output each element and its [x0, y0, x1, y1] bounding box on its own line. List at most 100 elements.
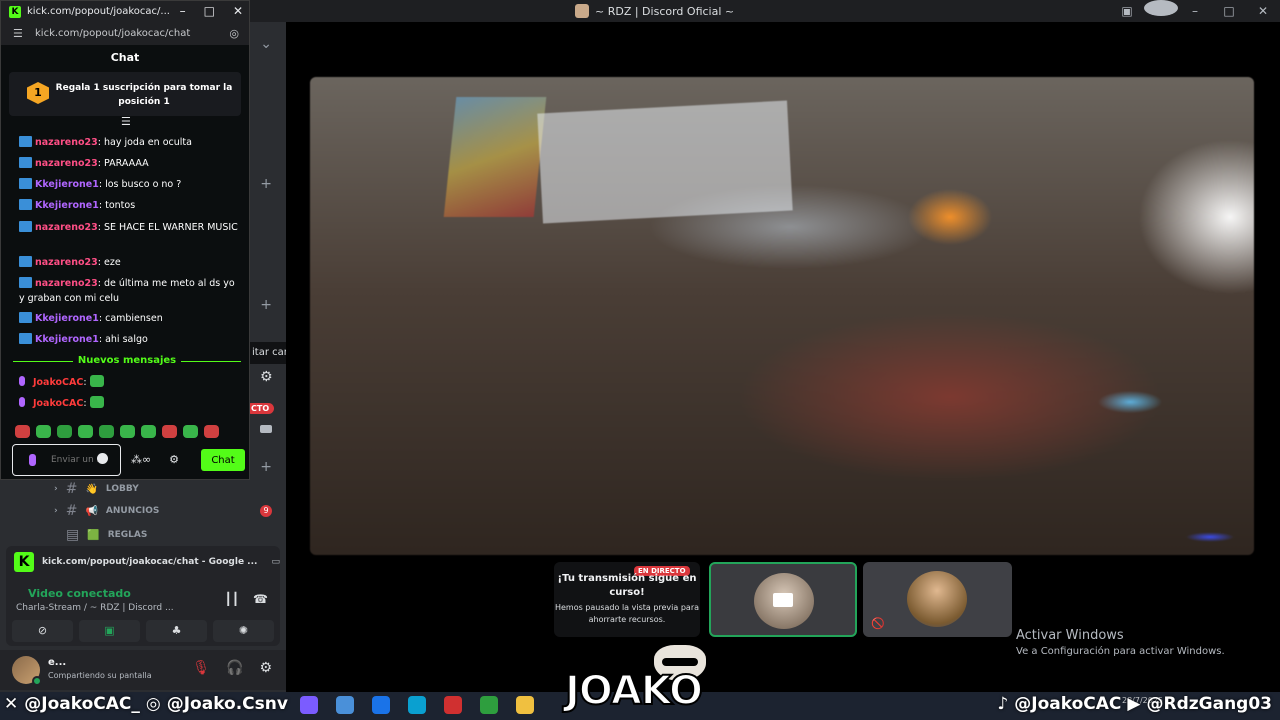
tiktok-icon: ♪ — [997, 694, 1009, 714]
kick-urlbar: ☰ kick.com/popout/joakocac/chat ◎ — [1, 23, 249, 45]
screen-icon[interactable]: ▭ — [271, 557, 280, 567]
emote-icon[interactable] — [162, 425, 177, 438]
minimize-button[interactable]: – — [1178, 0, 1212, 22]
x-logo-icon: ✕ — [4, 694, 19, 714]
emote-icon[interactable] — [99, 425, 114, 438]
outlook-icon[interactable] — [372, 696, 390, 714]
main-video-stream[interactable] — [310, 77, 1254, 555]
kick-logo-icon: K — [9, 6, 21, 18]
add-channel-icon[interactable]: + — [260, 459, 272, 475]
close-button[interactable]: ✕ — [233, 4, 243, 18]
chat-message: Kkejierone1: tontos — [19, 198, 241, 213]
screen-share-button[interactable]: ▣ — [79, 620, 140, 642]
mic-badge-icon — [19, 397, 25, 407]
voice-controls: ┃┃ ☎ — [225, 592, 268, 606]
sub-badge-icon — [19, 277, 32, 288]
chat-input[interactable] — [51, 447, 99, 473]
signal-icon[interactable]: ┃┃ — [225, 592, 239, 606]
emote-icon — [89, 396, 104, 408]
eye-off-icon[interactable]: ◎ — [229, 27, 239, 40]
kick-window-controls: – □ ✕ — [180, 4, 243, 18]
chat-message: Kkejierone1: ahi salgo — [19, 332, 241, 347]
chevron-down-icon[interactable]: ⌄ — [260, 36, 272, 52]
copilot-icon[interactable] — [300, 696, 318, 714]
disconnect-icon[interactable]: ☎ — [253, 592, 268, 606]
chevron-right-icon: › — [54, 484, 58, 494]
send-chat-button[interactable]: Chat — [201, 449, 245, 471]
emote-icon[interactable] — [15, 425, 30, 438]
chat-message: JoakoCAC: — [19, 375, 241, 390]
stream-paused-title: ¡Tu transmisión sigue en curso! — [557, 573, 697, 598]
folder-icon[interactable] — [516, 696, 534, 714]
edge-icon[interactable] — [408, 696, 426, 714]
settings-icon[interactable]: ⚙ — [259, 660, 272, 676]
mic-muted-icon: 🚫 — [871, 617, 885, 630]
gift-sub-promo[interactable]: 1 Regala 1 suscripción para tomar la pos… — [9, 72, 241, 116]
kick-logo-icon: K — [14, 552, 34, 572]
gear-icon[interactable]: ⚙ — [260, 369, 273, 385]
emote-icon[interactable] — [36, 425, 51, 438]
wps-icon[interactable] — [444, 696, 462, 714]
expand-icon[interactable]: ☰ — [121, 115, 131, 128]
chat-message: JoakoCAC: — [19, 396, 241, 411]
chat-input-box[interactable] — [12, 444, 121, 476]
minimize-button[interactable]: – — [180, 4, 186, 18]
hash-icon: # — [65, 503, 78, 519]
emote-icon[interactable] — [120, 425, 135, 438]
inbox-icon[interactable]: ▣ — [1110, 0, 1144, 22]
sub-badge-icon — [19, 256, 32, 267]
stream-tab[interactable]: K kick.com/popout/joakocac/chat - Google… — [14, 552, 280, 572]
hash-icon: # — [65, 481, 78, 497]
channel-anuncios[interactable]: › # 📢 ANUNCIOS — [54, 503, 159, 519]
headphones-icon[interactable]: 🎧 — [226, 660, 243, 676]
kicks-icon[interactable]: ⁂∞ — [131, 453, 151, 466]
store-icon[interactable] — [336, 696, 354, 714]
add-channel-icon[interactable]: + — [260, 297, 272, 313]
channel-reglas[interactable]: ▤ 🟩 REGLAS — [66, 527, 147, 543]
stream-paused-tile[interactable]: EN DIRECTO ¡Tu transmisión sigue en curs… — [554, 562, 700, 637]
camera-icon[interactable] — [260, 425, 272, 433]
xbox-icon[interactable] — [480, 696, 498, 714]
participant-tile-user[interactable]: 🚫 — [863, 562, 1012, 637]
participant-avatar — [907, 571, 967, 627]
camera-icon — [773, 593, 793, 607]
sub-badge-icon — [19, 178, 32, 189]
mic-muted-icon[interactable]: 🎙 — [192, 660, 210, 676]
chat-message: nazareno23: eze — [19, 255, 241, 270]
help-button[interactable]: ? — [1144, 0, 1178, 22]
sub-badge-icon — [19, 221, 32, 232]
close-button[interactable]: ✕ — [1246, 0, 1280, 22]
live-badge: CTO — [246, 403, 275, 414]
sub-badge-icon — [19, 157, 32, 168]
emote-icon[interactable] — [57, 425, 72, 438]
new-messages-divider[interactable]: Nuevos mensajes — [13, 355, 241, 367]
kick-url[interactable]: kick.com/popout/joakocac/chat — [35, 28, 190, 39]
help-icon: ? — [1144, 0, 1178, 18]
voice-channel[interactable]: Charla-Stream / ~ RDZ | Discord ... — [16, 603, 174, 613]
channel-label: LOBBY — [105, 484, 139, 494]
sub-badge-icon — [19, 136, 32, 147]
user-panel: e... Compartiendo su pantalla 🎙 🎧 ⚙ — [0, 650, 286, 690]
participant-tile-camera[interactable] — [709, 562, 857, 637]
instagram-icon: ◎ — [145, 694, 161, 714]
desktop: ~ RDZ | Discord Oficial ~ ▣ ? – □ ✕ ⌄ + … — [0, 0, 1280, 720]
user-name[interactable]: e... — [48, 657, 66, 668]
emote-icon[interactable] — [204, 425, 219, 438]
emote-icon[interactable] — [141, 425, 156, 438]
channel-lobby[interactable]: › # 👋 LOBBY — [54, 481, 139, 497]
mic-badge-icon — [19, 376, 25, 386]
stream-paused-subtitle: Hemos pausado la vista previa para ahorr… — [554, 603, 700, 624]
settings-icon[interactable]: ⚙ — [169, 453, 179, 466]
add-channel-icon[interactable]: + — [260, 176, 272, 192]
voice-status[interactable]: Video conectado — [28, 587, 131, 600]
maximize-button[interactable]: □ — [204, 4, 215, 18]
emote-icon[interactable] — [183, 425, 198, 438]
activities-button[interactable]: ♣ — [146, 620, 207, 642]
maximize-button[interactable]: □ — [1212, 0, 1246, 22]
emoji-icon[interactable] — [97, 453, 108, 464]
emote-icon[interactable] — [78, 425, 93, 438]
camera-off-button[interactable]: ⊘ — [12, 620, 73, 642]
site-settings-icon[interactable]: ☰ — [13, 27, 23, 40]
soundboard-button[interactable]: ✺ — [213, 620, 274, 642]
chat-message: nazareno23: de última me meto al ds yo y… — [19, 277, 235, 304]
